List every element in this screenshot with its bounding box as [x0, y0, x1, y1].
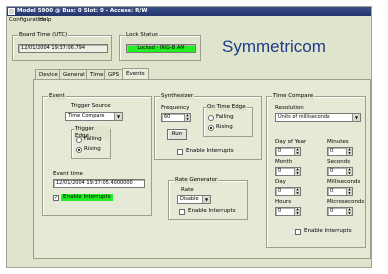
minutes-value: 0	[330, 148, 334, 154]
rate-enable-interrupts-checkbox[interactable]	[179, 209, 185, 215]
resolution-value: Units of milliseconds	[278, 114, 330, 120]
trigger-source-label: Trigger Source	[71, 103, 111, 109]
time-compare-group-label: Time Compare	[272, 93, 315, 100]
day-of-year-spinner[interactable]: ▲ ▼	[294, 148, 300, 155]
day-field[interactable]: 0 ▲ ▼	[275, 187, 301, 196]
event-group-label: Event	[48, 93, 66, 100]
synthesizer-enable-interrupts-checkbox[interactable]	[177, 149, 183, 155]
frequency-value: 60	[164, 114, 171, 120]
month-label: Month	[275, 159, 293, 165]
menu-bar: Configuration Help	[7, 16, 371, 25]
resolution-select[interactable]: Units of milliseconds ▼	[275, 113, 361, 122]
day-spinner[interactable]: ▲ ▼	[294, 188, 300, 195]
milliseconds-label: Milliseconds	[327, 179, 361, 185]
resolution-label: Resolution	[275, 105, 304, 111]
board-time-group: Board Time (UTC) 12/01/2004 19:37:06.794	[12, 32, 112, 61]
chevron-down-icon[interactable]: ▼	[114, 113, 122, 120]
symmetricom-logo: Symmetricom	[222, 37, 326, 56]
event-time-field: 12/01/2004 19:37:05.4000000	[53, 179, 145, 188]
day-of-year-label: Day of Year	[275, 139, 307, 145]
trigger-edge-group: Trigger Edge Falling Rising	[71, 126, 111, 159]
menu-help[interactable]: Help	[39, 16, 52, 25]
trigger-source-value: Time Compare	[68, 113, 105, 119]
seconds-value: 0	[330, 168, 334, 174]
lock-status-group: Lock Status Locked - IRIG-B AM	[119, 32, 201, 61]
month-value: 0	[278, 168, 282, 174]
rate-select[interactable]: Disable ▼	[177, 195, 211, 204]
day-of-year-value: 0	[278, 148, 282, 154]
board-time-field: 12/01/2004 19:37:06.794	[18, 44, 108, 53]
microseconds-value: 0	[330, 208, 334, 214]
milliseconds-spinner[interactable]: ▲ ▼	[346, 188, 352, 195]
window-title: Model 5900 @ Bus: 0 Slot: 0 - Access: R/…	[17, 8, 148, 14]
event-group: Event Trigger Source Time Compare ▼ Trig…	[42, 93, 152, 216]
on-time-edge-label: On Time Edge	[206, 104, 247, 111]
hours-label: Hours	[275, 199, 292, 205]
on-time-edge-rising-radio[interactable]	[208, 125, 214, 131]
lock-status-indicator: Locked - IRIG-B AM	[126, 44, 196, 53]
rate-value: Disable	[180, 196, 199, 202]
frequency-label: Frequency	[161, 105, 190, 111]
tab-gps[interactable]: GPS	[104, 69, 124, 79]
on-time-edge-group: On Time Edge Falling Rising	[203, 104, 253, 137]
rate-label: Rate	[181, 187, 194, 193]
event-time-label: Event time	[53, 171, 83, 177]
rate-generator-group: Rate Generator Rate Disable ▼ Enable Int…	[168, 177, 248, 220]
run-button[interactable]: Run	[167, 129, 187, 140]
synthesizer-group-label: Synthesizer	[160, 93, 195, 100]
chevron-down-icon[interactable]: ▼	[352, 114, 360, 121]
seconds-label: Seconds	[327, 159, 351, 165]
title-bar[interactable]: Model 5900 @ Bus: 0 Slot: 0 - Access: R/…	[7, 7, 371, 16]
day-value: 0	[278, 188, 282, 194]
day-label: Day	[275, 179, 286, 185]
time-compare-group: Time Compare Resolution Units of millise…	[266, 93, 366, 248]
events-tab-panel: Event Trigger Source Time Compare ▼ Trig…	[33, 79, 371, 259]
app-icon	[8, 8, 15, 15]
time-compare-enable-interrupts-label: Enable Interrupts	[304, 228, 352, 234]
trigger-source-select[interactable]: Time Compare ▼	[65, 112, 123, 121]
event-enable-interrupts-checkbox[interactable]: ✓	[53, 195, 59, 201]
hours-value: 0	[278, 208, 282, 214]
rate-generator-group-label: Rate Generator	[174, 177, 219, 184]
event-enable-interrupts-label: Enable Interrupts	[61, 194, 113, 201]
trigger-edge-rising-radio[interactable]	[76, 147, 82, 153]
synthesizer-group: Synthesizer Frequency 60 ▲ ▼ On Time Edge…	[154, 93, 262, 160]
hours-field[interactable]: 0 ▲ ▼	[275, 207, 301, 216]
microseconds-field[interactable]: 0 ▲ ▼	[327, 207, 353, 216]
time-compare-enable-interrupts-checkbox[interactable]	[295, 229, 301, 235]
tab-device[interactable]: Device	[35, 69, 62, 79]
milliseconds-value: 0	[330, 188, 334, 194]
synthesizer-enable-interrupts-label: Enable Interrupts	[186, 148, 234, 154]
month-field[interactable]: 0 ▲ ▼	[275, 167, 301, 176]
frequency-spinner[interactable]: ▲ ▼	[184, 114, 190, 121]
on-time-edge-falling-label: Falling	[216, 114, 234, 120]
app-window: Model 5900 @ Bus: 0 Slot: 0 - Access: R/…	[6, 6, 372, 268]
trigger-edge-falling-label: Falling	[84, 136, 102, 142]
trigger-edge-rising-label: Rising	[84, 146, 101, 152]
microseconds-spinner[interactable]: ▲ ▼	[346, 208, 352, 215]
tab-general[interactable]: General	[59, 69, 89, 79]
chevron-down-icon[interactable]: ▼	[202, 196, 210, 203]
board-time-label: Board Time (UTC)	[18, 32, 69, 39]
minutes-field[interactable]: 0 ▲ ▼	[327, 147, 353, 156]
seconds-field[interactable]: 0 ▲ ▼	[327, 167, 353, 176]
day-of-year-field[interactable]: 0 ▲ ▼	[275, 147, 301, 156]
month-spinner[interactable]: ▲ ▼	[294, 168, 300, 175]
seconds-spinner[interactable]: ▲ ▼	[346, 168, 352, 175]
trigger-edge-falling-radio[interactable]	[76, 137, 82, 143]
rate-enable-interrupts-label: Enable Interrupts	[188, 208, 236, 214]
frequency-field[interactable]: 60 ▲ ▼	[161, 113, 191, 122]
milliseconds-field[interactable]: 0 ▲ ▼	[327, 187, 353, 196]
lock-status-label: Lock Status	[125, 32, 159, 39]
on-time-edge-rising-label: Rising	[216, 124, 233, 130]
hours-spinner[interactable]: ▲ ▼	[294, 208, 300, 215]
microseconds-label: Microseconds	[327, 199, 365, 205]
minutes-label: Minutes	[327, 139, 349, 145]
minutes-spinner[interactable]: ▲ ▼	[346, 148, 352, 155]
on-time-edge-falling-radio[interactable]	[208, 115, 214, 121]
